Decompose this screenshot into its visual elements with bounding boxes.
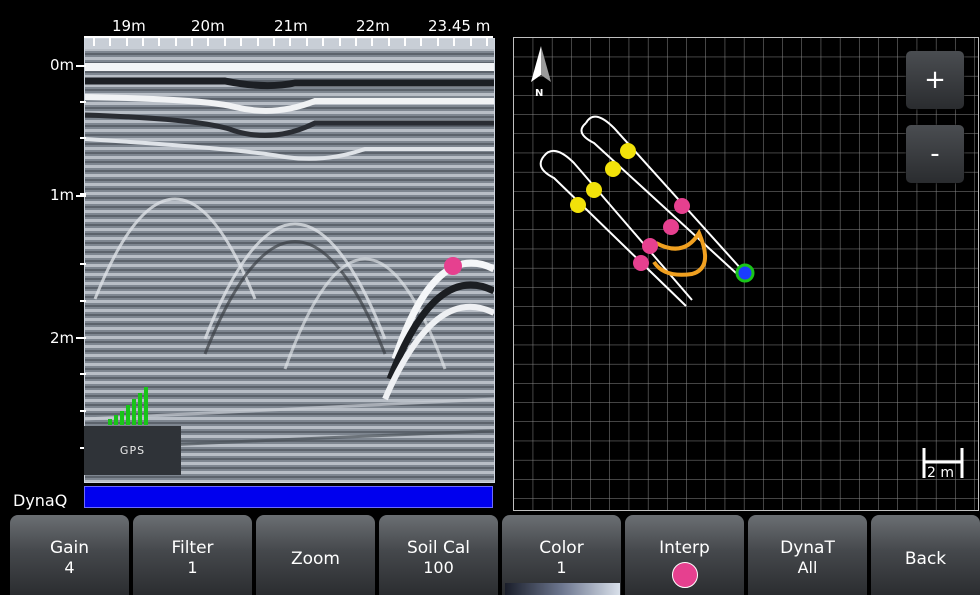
depth-ruler [76, 65, 86, 449]
map-marker-pink[interactable] [663, 219, 679, 235]
map-marker-yellow[interactable] [620, 143, 636, 159]
gps-signal-icon [108, 387, 148, 425]
map-marker-pink[interactable] [642, 238, 658, 254]
gps-status-box: GPS [84, 426, 181, 475]
distance-tick-21m: 21m [274, 17, 308, 35]
back-label: Back [904, 549, 947, 569]
gpr-panel: 19m 20m 21m 22m 23.45 m 0m 1m 2m GPS Dyn… [0, 0, 505, 515]
interp-marker-icon [671, 562, 698, 588]
filter-value: 1 [187, 558, 198, 577]
zoom-out-button[interactable]: - [906, 125, 964, 183]
interp-marker[interactable] [444, 257, 462, 275]
soil-cal-label: Soil Cal [406, 538, 471, 558]
color-label: Color [539, 538, 584, 558]
distance-tick-22m: 22m [356, 17, 390, 35]
depth-tick-1m: 1m [50, 186, 75, 204]
map-marker-pink[interactable] [633, 255, 649, 271]
zoom-in-button[interactable]: + [906, 51, 964, 109]
color-value: 1 [556, 558, 567, 577]
filter-button[interactable]: Filter 1 [133, 515, 252, 595]
map-marker-yellow[interactable] [605, 161, 621, 177]
dynat-button[interactable]: DynaT All [748, 515, 867, 595]
zoom-label: Zoom [290, 549, 340, 569]
current-position-marker [735, 263, 755, 283]
map-panel[interactable]: N 2 m + - [513, 37, 979, 511]
zoom-button[interactable]: Zoom [256, 515, 375, 595]
filter-label: Filter [171, 538, 214, 558]
interp-button[interactable]: Interp [625, 515, 744, 595]
gain-button[interactable]: Gain 4 [10, 515, 129, 595]
back-button[interactable]: Back [871, 515, 980, 595]
color-palette-strip [505, 583, 620, 595]
depth-tick-2m: 2m [50, 329, 75, 347]
map-marker-pink[interactable] [674, 198, 690, 214]
distance-ruler [84, 36, 493, 46]
map-marker-yellow[interactable] [586, 182, 602, 198]
soil-cal-button[interactable]: Soil Cal 100 [379, 515, 498, 595]
distance-tick-19m: 19m [112, 17, 146, 35]
depth-tick-0m: 0m [50, 56, 75, 74]
dynaq-label: DynaQ [13, 491, 68, 510]
distance-tick-end: 23.45 m [428, 17, 491, 35]
gain-label: Gain [49, 538, 90, 558]
dynat-value: All [797, 558, 818, 577]
interp-label: Interp [659, 538, 710, 558]
bottom-toolbar: Gain 4 Filter 1 Zoom Soil Cal 100 Color … [0, 513, 980, 595]
soil-cal-value: 100 [423, 558, 454, 577]
gain-value: 4 [64, 558, 75, 577]
north-label: N [535, 88, 543, 99]
dynaq-bar [84, 486, 493, 508]
map-marker-yellow[interactable] [570, 197, 586, 213]
dynat-label: DynaT [780, 538, 835, 558]
scale-label: 2 m [927, 465, 954, 481]
distance-tick-20m: 20m [191, 17, 225, 35]
